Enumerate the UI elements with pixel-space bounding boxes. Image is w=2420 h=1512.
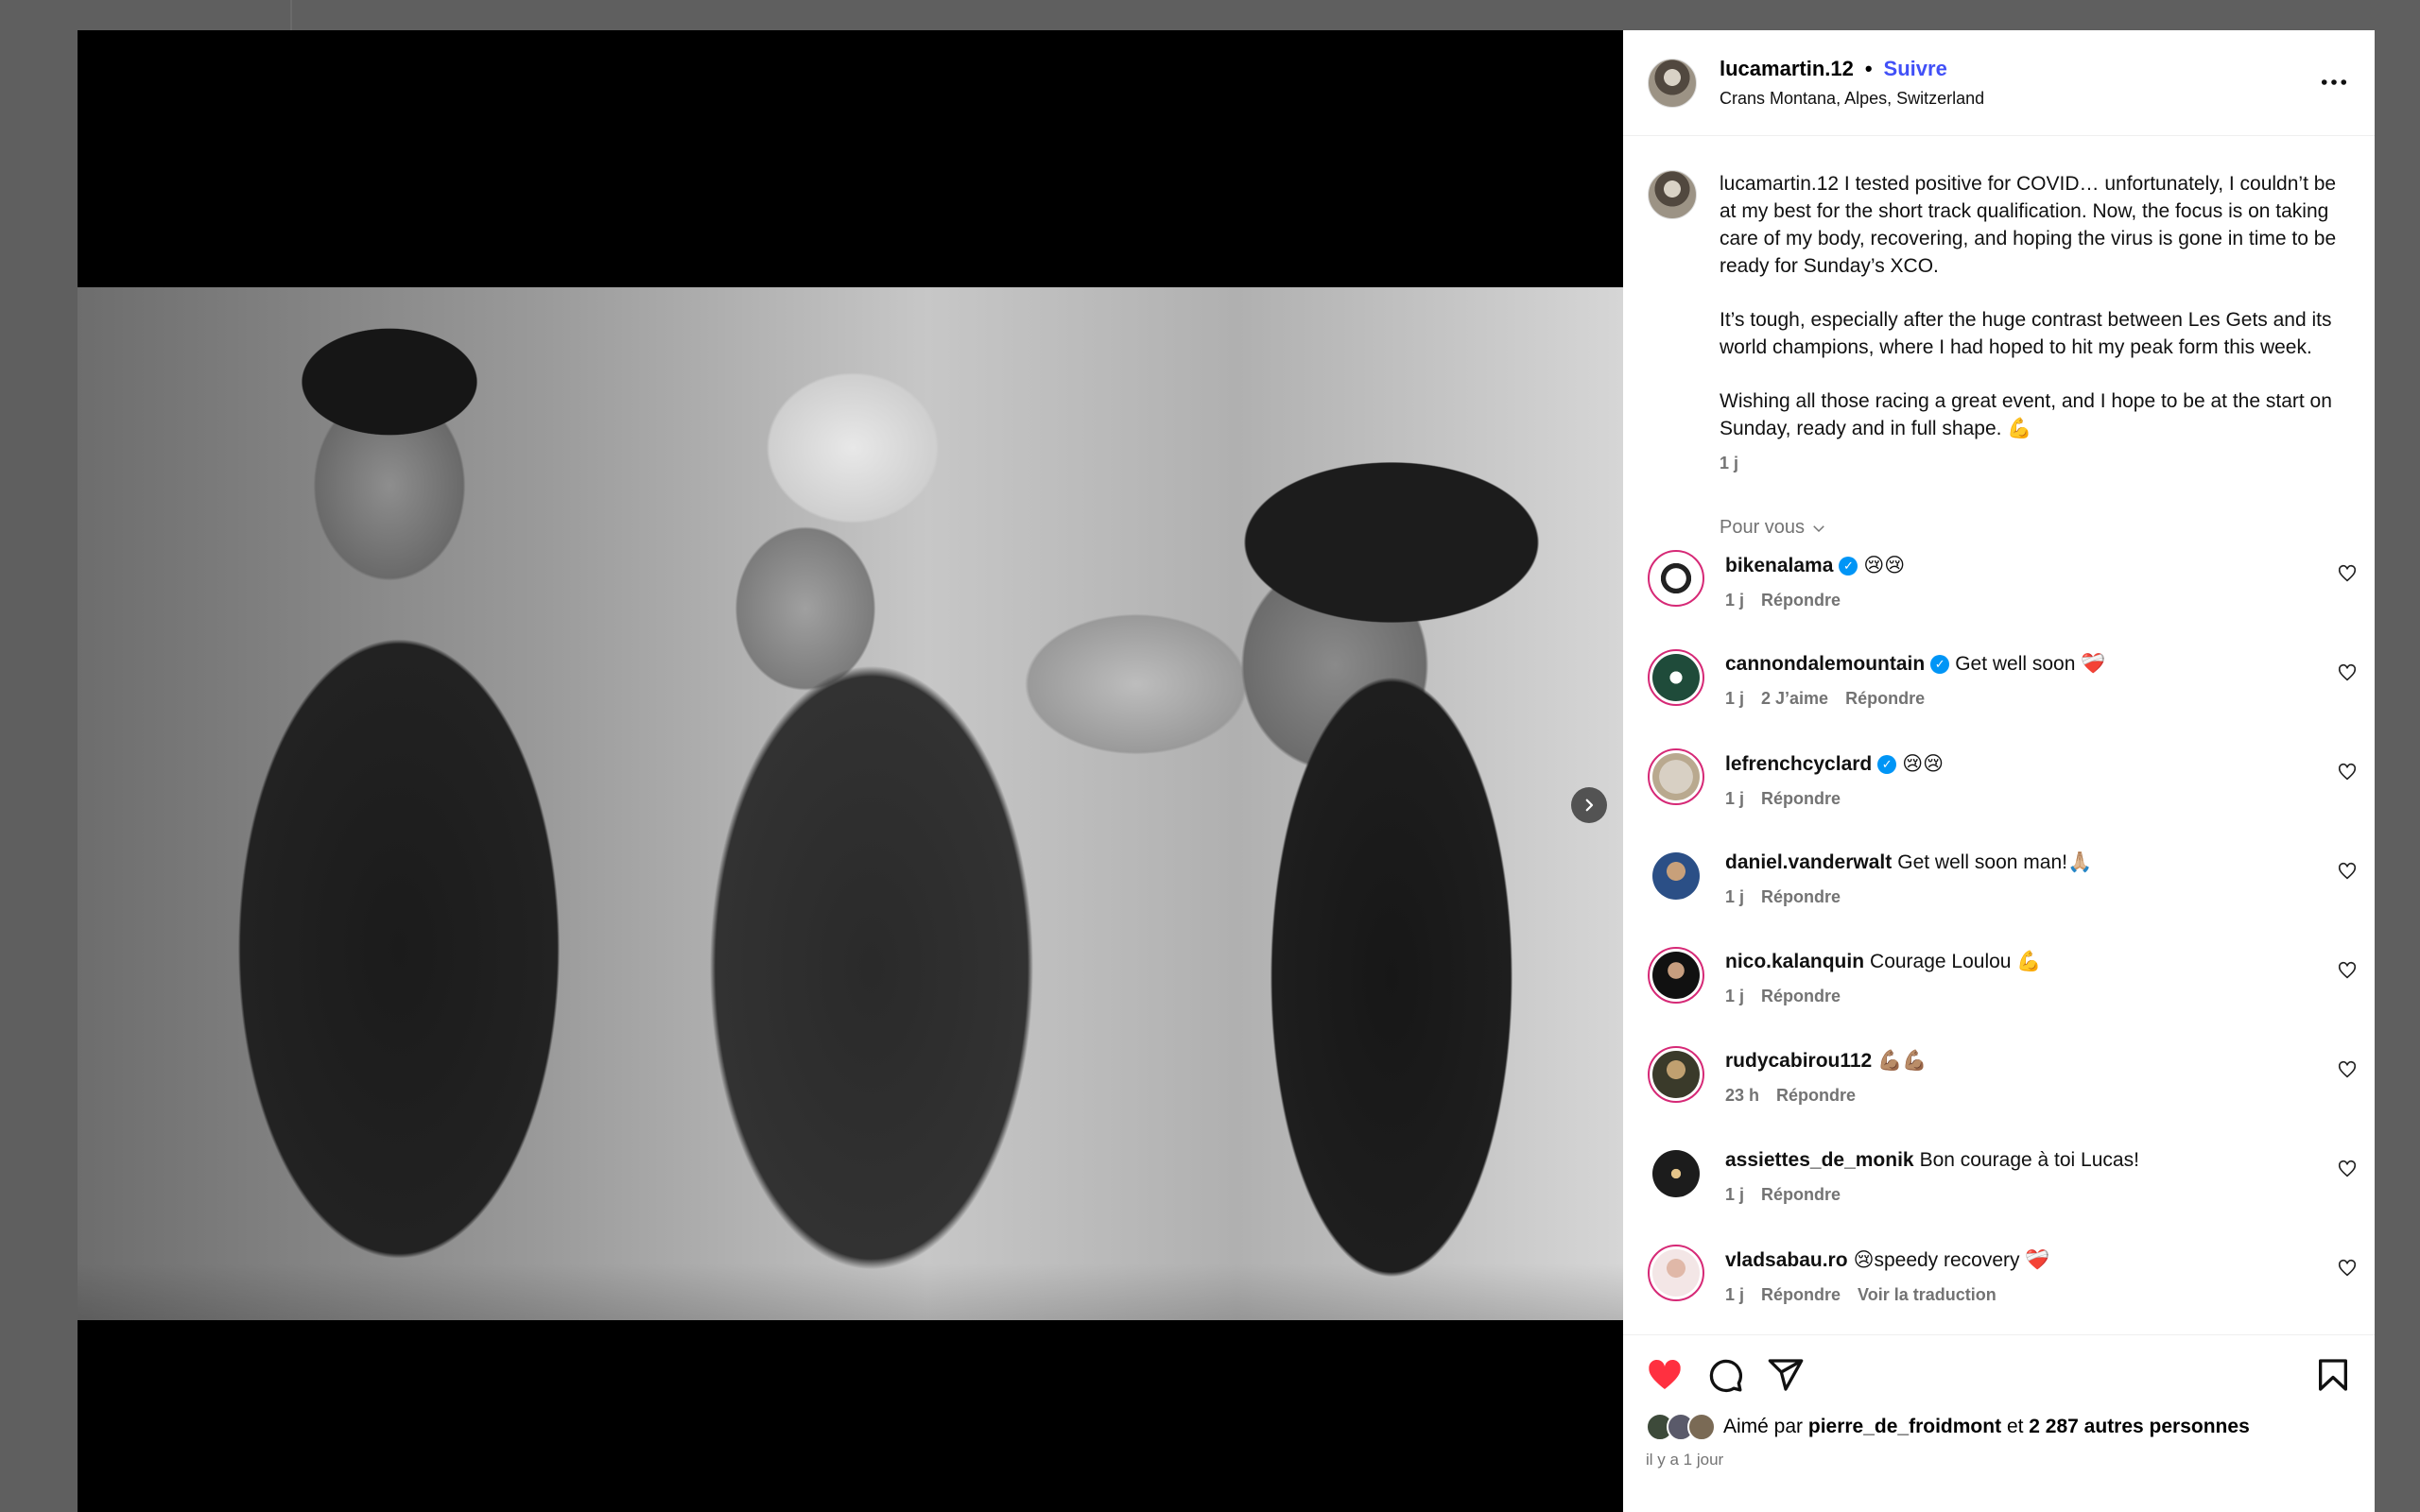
reply-button[interactable]: Répondre — [1761, 789, 1841, 809]
commenter-avatar[interactable] — [1648, 1046, 1704, 1103]
comment-like-heart-icon[interactable] — [2337, 563, 2358, 584]
verified-badge-icon: ✓ — [1930, 655, 1950, 674]
commenter-username[interactable]: lefrenchcyclard — [1725, 753, 1872, 776]
follow-button[interactable]: Suivre — [1884, 57, 1947, 81]
comment-text: Courage Loulou 💪 — [1870, 951, 2042, 972]
backdrop-divider — [290, 0, 292, 30]
next-image-button[interactable] — [1571, 787, 1607, 823]
liker-avatars[interactable] — [1646, 1413, 1716, 1441]
reply-button[interactable]: Répondre — [1761, 887, 1841, 907]
send-icon[interactable] — [1767, 1356, 1805, 1394]
commenter-username[interactable]: nico.kalanquin — [1725, 951, 1864, 973]
likes-summary: Aimé par pierre_de_froidmont et 2 287 au… — [1623, 1394, 2375, 1441]
bookmark-icon[interactable] — [2314, 1356, 2352, 1394]
comment-like-heart-icon[interactable] — [2337, 960, 2358, 981]
commenter-avatar[interactable] — [1648, 748, 1704, 805]
comment-like-heart-icon[interactable] — [2337, 861, 2358, 882]
reply-button[interactable]: Répondre — [1776, 1086, 1856, 1106]
post-time[interactable]: il y a 1 jour — [1623, 1441, 2375, 1469]
comment-item: cannondalemountain ✓ Get well soon ❤️‍🩹 … — [1623, 649, 2375, 752]
post-photo — [78, 287, 1623, 1320]
see-translation-link[interactable]: Voir la traduction — [1858, 1285, 1996, 1305]
comment-text: Bon courage à toi Lucas! — [1919, 1149, 2139, 1171]
comment-item: lefrenchcyclard ✓ 😢😢 1 j Répondre — [1623, 748, 2375, 851]
likes-count[interactable]: 2 287 autres personnes — [2029, 1416, 2249, 1438]
comment-time[interactable]: 23 h — [1725, 1086, 1759, 1106]
comment-text: Get well soon ❤️‍🩹 — [1955, 653, 2106, 675]
comment-time[interactable]: 1 j — [1725, 987, 1744, 1006]
comment-item: rudycabirou112 💪🏽💪🏽 23 h Répondre — [1623, 1046, 2375, 1149]
comment-text: 😢😢 — [1902, 753, 1945, 775]
author-avatar[interactable] — [1648, 58, 1697, 108]
caption-text-2: It’s tough, especially after the huge co… — [1720, 309, 2332, 358]
liked-by-user[interactable]: pierre_de_froidmont — [1808, 1416, 2001, 1438]
comment-like-count[interactable]: 2 J’aime — [1761, 689, 1828, 709]
reply-button[interactable]: Répondre — [1761, 1185, 1841, 1205]
reply-button[interactable]: Répondre — [1761, 987, 1841, 1006]
comment-list: bikenalama ✓ 😢😢 1 j Répondre cannondalem… — [1623, 550, 2375, 1348]
commenter-avatar[interactable] — [1648, 1245, 1704, 1301]
commenter-avatar[interactable] — [1648, 550, 1704, 607]
separator-dot: • — [1864, 57, 1873, 80]
post-actions: Aimé par pierre_de_froidmont et 2 287 au… — [1623, 1334, 2375, 1512]
commenter-username[interactable]: rudycabirou112 — [1725, 1050, 1872, 1073]
comment-time[interactable]: 1 j — [1725, 689, 1744, 709]
commenter-avatar[interactable] — [1648, 1145, 1704, 1202]
comment-text: Get well soon man!🙏🏼 — [1897, 851, 2093, 873]
liked-by-joiner: et — [2006, 1416, 2024, 1437]
commenter-avatar[interactable] — [1648, 649, 1704, 706]
caption-text-3: Wishing all those racing a great event, … — [1720, 390, 2332, 439]
commenter-avatar[interactable] — [1648, 947, 1704, 1004]
comment-time[interactable]: 1 j — [1725, 1285, 1744, 1305]
comment-text: 😢😢 — [1863, 555, 1906, 576]
chevron-right-icon — [1585, 799, 1594, 812]
author-username[interactable]: lucamartin.12 — [1720, 57, 1854, 81]
comment-filter-dropdown[interactable]: Pour vous — [1720, 517, 2375, 539]
comment-like-heart-icon[interactable] — [2337, 662, 2358, 683]
commenter-username[interactable]: cannondalemountain — [1725, 653, 1925, 676]
post-caption: lucamartin.12 I tested positive for COVI… — [1623, 136, 2375, 477]
heart-icon[interactable] — [1646, 1356, 1684, 1394]
post-location[interactable]: Crans Montana, Alpes, Switzerland — [1720, 89, 1984, 109]
caption-username[interactable]: lucamartin.12 — [1720, 173, 1839, 195]
commenter-username[interactable]: assiettes_de_monik — [1725, 1149, 1914, 1172]
comment-like-heart-icon[interactable] — [2337, 1159, 2358, 1179]
comment-text: 💪🏽💪🏽 — [1877, 1050, 1927, 1072]
comments-scroll-area[interactable]: lucamartin.12 I tested positive for COVI… — [1623, 136, 2375, 1365]
post-modal: lucamartin.12 • Suivre Crans Montana, Al… — [78, 30, 2375, 1512]
comment-item: assiettes_de_monik Bon courage à toi Luc… — [1623, 1149, 2375, 1248]
commenter-username[interactable]: daniel.vanderwalt — [1725, 851, 1892, 874]
comment-icon[interactable] — [1706, 1356, 1744, 1394]
comment-like-heart-icon[interactable] — [2337, 762, 2358, 782]
liked-by-prefix: Aimé par — [1723, 1416, 1804, 1437]
caption-time: 1 j — [1720, 454, 1739, 472]
post-header: lucamartin.12 • Suivre Crans Montana, Al… — [1623, 30, 2375, 136]
verified-badge-icon: ✓ — [1877, 754, 1897, 774]
comment-filter-label: Pour vous — [1720, 517, 1806, 538]
caption-avatar[interactable] — [1648, 170, 1697, 219]
reply-button[interactable]: Répondre — [1761, 591, 1841, 610]
comment-item: bikenalama ✓ 😢😢 1 j Répondre — [1623, 550, 2375, 653]
comment-like-heart-icon[interactable] — [2337, 1258, 2358, 1279]
comment-like-heart-icon[interactable] — [2337, 1059, 2358, 1080]
verified-badge-icon: ✓ — [1839, 556, 1858, 576]
commenter-username[interactable]: bikenalama — [1725, 555, 1833, 577]
comment-text: 😢speedy recovery ❤️‍🩹 — [1853, 1249, 2050, 1271]
comment-time[interactable]: 1 j — [1725, 887, 1744, 907]
chevron-down-icon — [1813, 524, 1824, 532]
comment-item: daniel.vanderwalt Get well soon man!🙏🏼 1… — [1623, 851, 2375, 951]
comment-item: vladsabau.ro 😢speedy recovery ❤️‍🩹 1 j R… — [1623, 1245, 2375, 1348]
comment-time[interactable]: 1 j — [1725, 591, 1744, 610]
reply-button[interactable]: Répondre — [1761, 1285, 1841, 1305]
commenter-username[interactable]: vladsabau.ro — [1725, 1249, 1848, 1272]
comment-item: nico.kalanquin Courage Loulou 💪 1 j Répo… — [1623, 947, 2375, 1050]
reply-button[interactable]: Répondre — [1845, 689, 1925, 709]
post-media — [78, 30, 1623, 1512]
comment-time[interactable]: 1 j — [1725, 1185, 1744, 1205]
comment-time[interactable]: 1 j — [1725, 789, 1744, 809]
commenter-avatar[interactable] — [1648, 848, 1704, 904]
post-sidebar: lucamartin.12 • Suivre Crans Montana, Al… — [1623, 30, 2375, 1512]
more-options-button[interactable] — [2320, 68, 2348, 96]
more-icon — [2321, 79, 2347, 85]
